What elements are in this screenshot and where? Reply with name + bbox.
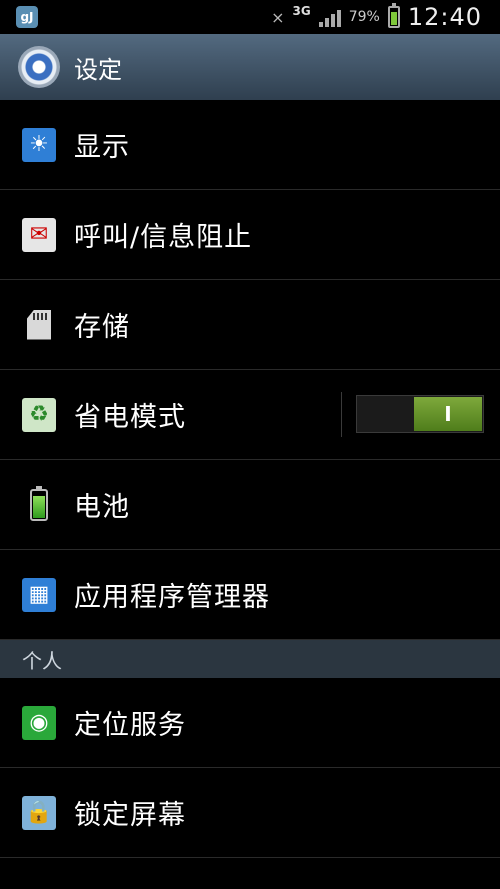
battery-percent: 79%	[348, 9, 380, 25]
toggle-knob: I	[414, 397, 482, 431]
settings-item-label: 省电模式	[74, 402, 186, 433]
settings-gear-icon[interactable]	[18, 46, 60, 88]
settings-item-label: 定位服务	[74, 710, 186, 741]
settings-item-label: 锁定屏幕	[74, 800, 186, 831]
app-manager-icon: ▦	[22, 577, 56, 612]
settings-item-label: 呼叫/信息阻止	[74, 222, 253, 253]
settings-item-label: 显示	[74, 132, 130, 163]
location-icon: ◉	[22, 705, 56, 740]
settings-item-display[interactable]: ☀ 显示	[0, 100, 500, 190]
signal-icon	[318, 7, 341, 27]
call-block-icon: ✉	[22, 217, 56, 252]
settings-item-label: 应用程序管理器	[74, 582, 270, 613]
title-bar: 设定	[0, 34, 500, 100]
settings-list: ☀ 显示 ✉ 呼叫/信息阻止 存储 ♻ 省电模式 I 电池 ▦ 应用程序管理器 …	[0, 100, 500, 858]
settings-item-call-block[interactable]: ✉ 呼叫/信息阻止	[0, 190, 500, 280]
battery-icon	[22, 485, 56, 522]
page-title: 设定	[74, 55, 122, 84]
settings-item-battery[interactable]: 电池	[0, 460, 500, 550]
storage-icon	[22, 308, 56, 342]
lock-screen-icon: 🔒	[22, 795, 56, 830]
status-bar: gJ ⨯ 3G 79% 12:40	[0, 0, 500, 34]
section-header-personal: 个人	[0, 640, 500, 678]
status-indicators: ⨯ 3G 79% 12:40	[271, 0, 482, 34]
settings-item-power-saving[interactable]: ♻ 省电模式 I	[0, 370, 500, 460]
power-saving-icon: ♻	[22, 397, 56, 432]
clock: 12:40	[407, 3, 482, 31]
status-battery-icon	[387, 3, 400, 28]
power-saving-toggle[interactable]: I	[356, 395, 484, 433]
settings-item-label: 电池	[74, 492, 130, 523]
toggle-divider	[341, 392, 342, 437]
settings-item-lock-screen[interactable]: 🔒 锁定屏幕	[0, 768, 500, 858]
display-icon: ☀	[22, 127, 56, 162]
settings-item-location[interactable]: ◉ 定位服务	[0, 678, 500, 768]
section-title: 个人	[22, 648, 62, 673]
settings-item-label: 存储	[74, 312, 130, 343]
network-type: 3G	[292, 4, 311, 18]
settings-item-app-manager[interactable]: ▦ 应用程序管理器	[0, 550, 500, 640]
notification-app-icon: gJ	[16, 6, 38, 28]
settings-item-storage[interactable]: 存储	[0, 280, 500, 370]
mute-icon: ⨯	[271, 7, 285, 27]
